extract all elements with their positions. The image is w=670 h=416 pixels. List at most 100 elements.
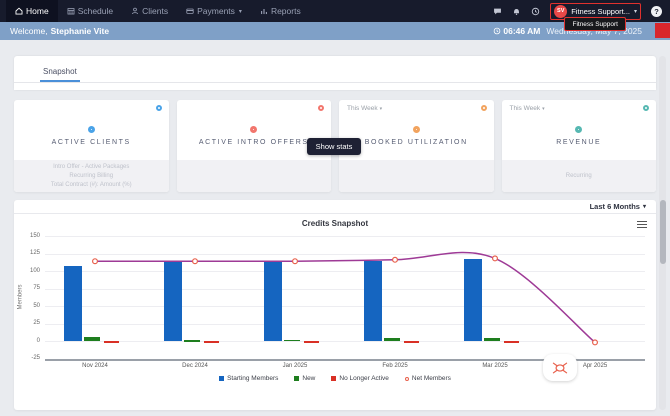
main-nav: Home Schedule Clients Payments ▾ Reports — [6, 0, 310, 22]
schedule-icon — [67, 7, 75, 15]
current-time: 06:46 AM — [493, 26, 540, 36]
avatar: SV — [554, 4, 568, 18]
nav-item-reports[interactable]: Reports — [251, 0, 310, 22]
line-marker — [392, 256, 399, 263]
chart-body: Credits Snapshot Members Starting Member… — [14, 214, 656, 409]
y-axis-tick: 125 — [29, 250, 40, 256]
card-footer-line: Recurring Billing — [69, 172, 114, 179]
card-footer-line: Total Contract (#): Amount (%) — [50, 181, 132, 188]
gridline — [45, 271, 645, 272]
bar-new-jan-2025 — [284, 339, 300, 342]
legend-marker — [294, 376, 300, 381]
y-axis-tick: 100 — [29, 267, 40, 274]
nav-item-home[interactable]: Home — [6, 0, 58, 22]
account-name: Fitness Support... — [571, 6, 630, 16]
bar-no-longer-active-jan-2025 — [304, 341, 319, 343]
nav-item-label: Reports — [270, 6, 301, 16]
legend-starting-members[interactable]: Starting Members — [219, 375, 278, 382]
card-active-clients: ACTIVE CLIENTS Intro Offer - Active Packa… — [14, 100, 169, 192]
bar-new-mar-2025 — [484, 338, 500, 341]
card-info-icon[interactable] — [480, 105, 487, 111]
welcome-prefix: Welcome, — [10, 26, 48, 36]
chevron-down-icon: ▾ — [238, 8, 242, 15]
nav-item-schedule[interactable]: Schedule — [58, 0, 122, 22]
chart-menu-icon[interactable] — [637, 219, 647, 230]
nav-item-clients[interactable]: Clients — [122, 0, 177, 22]
legend-label: Net Members — [411, 375, 451, 382]
gridline — [45, 288, 645, 290]
nav-item-label: Clients — [142, 6, 169, 16]
card-footer-line: Intro Offer - Active Packages — [53, 163, 130, 170]
tab-snapshot[interactable]: Snapshot — [40, 61, 80, 82]
card-footer — [176, 160, 331, 192]
legend-label: No Longer Active — [339, 375, 389, 382]
clock-icon[interactable] — [531, 7, 540, 16]
tab-panel: Snapshot — [14, 56, 656, 90]
chevron-down-icon: ▾ — [633, 8, 637, 15]
card-footer: Recurring — [501, 160, 656, 192]
card-period-dropdown[interactable]: This Week ▾ — [347, 105, 382, 112]
range-dropdown[interactable]: Last 6 Months ▾ — [590, 202, 646, 211]
help-icon[interactable]: ? — [651, 5, 662, 17]
messages-icon[interactable] — [493, 7, 502, 16]
line-marker — [192, 258, 199, 265]
notifications-bell-icon[interactable] — [512, 7, 521, 16]
gridline — [45, 323, 645, 325]
card-period-dropdown[interactable]: This Week ▾ — [510, 105, 545, 112]
bar-starting-members-nov-2024 — [64, 266, 82, 341]
chart-title: Credits Snapshot — [301, 219, 369, 228]
legend-marker — [331, 376, 337, 381]
y-axis-tick: 25 — [33, 320, 40, 326]
tab-strip: Snapshot — [14, 56, 656, 83]
gridline — [45, 236, 645, 237]
bar-starting-members-feb-2025 — [364, 261, 382, 341]
y-axis-tick: 75 — [33, 285, 40, 291]
time-clock-icon — [494, 27, 501, 35]
app-root: Home Schedule Clients Payments ▾ Reports SV F… — [0, 0, 670, 416]
bar-new-dec-2024 — [184, 340, 200, 342]
bar-no-longer-active-dec-2024 — [204, 341, 219, 343]
bar-no-longer-active-feb-2025 — [404, 341, 419, 343]
show-stats-button[interactable]: Show stats — [307, 138, 361, 155]
card-title: BOOKED UTILIZATION — [364, 139, 468, 146]
card-period-label: This Week — [509, 105, 541, 112]
card-info-icon[interactable] — [318, 105, 324, 111]
chevron-down-icon: ▾ — [642, 204, 646, 210]
account-tooltip: Fitness Support — [564, 17, 626, 31]
gridline — [45, 306, 645, 307]
chart-panel: Last 6 Months ▾ Credits Snapshot Members… — [14, 200, 656, 410]
range-label: Last 6 Months — [589, 202, 640, 211]
nav-item-payments[interactable]: Payments ▾ — [177, 0, 251, 22]
chevron-down-icon: ▾ — [379, 105, 383, 112]
scrollbar-thumb[interactable] — [659, 200, 666, 264]
reports-icon — [260, 7, 268, 15]
y-axis-tick: 50 — [33, 302, 40, 309]
card-title: ACTIVE CLIENTS — [51, 139, 131, 146]
bar-starting-members-dec-2024 — [164, 261, 182, 341]
card-period-label: This Week — [347, 105, 378, 112]
nav-item-label: Payments — [197, 6, 235, 16]
bar-starting-members-mar-2025 — [464, 259, 482, 341]
legend-new[interactable]: New — [294, 375, 315, 382]
line-marker — [91, 258, 98, 265]
x-axis-tick: Mar 2025 — [482, 363, 508, 369]
y-axis-tick: -25 — [31, 355, 40, 361]
x-axis-tick: Nov 2024 — [82, 363, 108, 369]
card-donut-icon — [250, 126, 258, 133]
card-footer-line: Recurring — [565, 172, 592, 179]
mascot-icon[interactable] — [543, 354, 577, 381]
home-icon — [15, 7, 23, 15]
card-footer: Intro Offer - Active Packages Recurring B… — [14, 160, 169, 192]
card-footer — [339, 160, 494, 192]
legend-marker — [404, 376, 409, 381]
legend-no-longer-active[interactable]: No Longer Active — [331, 375, 389, 382]
scrollbar-track[interactable] — [659, 56, 666, 410]
legend-net-members[interactable]: Net Members — [404, 375, 451, 382]
nav-item-label: Schedule — [77, 6, 114, 16]
nav-item-label: Home — [26, 6, 49, 16]
card-info-icon[interactable] — [643, 105, 649, 111]
card-donut-icon — [412, 126, 420, 133]
card-info-icon[interactable] — [155, 105, 162, 111]
x-axis-tick: Dec 2024 — [182, 363, 208, 369]
legend-marker — [219, 376, 225, 381]
